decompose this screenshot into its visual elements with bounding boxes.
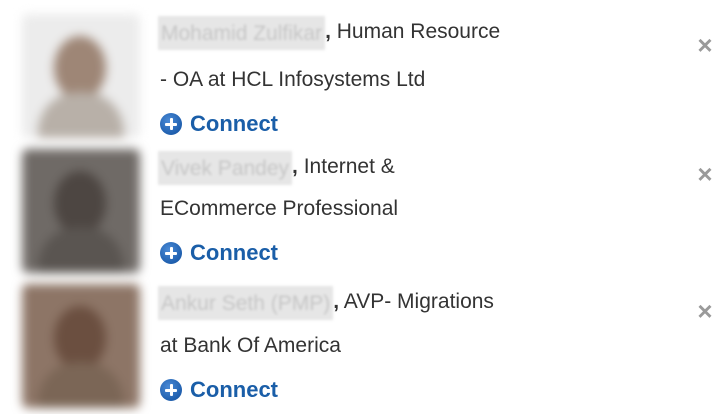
headline-line-2: - OA at HCL Infosystems Ltd	[160, 68, 426, 91]
plus-circle-icon	[160, 113, 182, 135]
close-icon[interactable]: ×	[694, 161, 716, 187]
member-name[interactable]: Vivek Pandey	[158, 151, 293, 185]
connect-label: Connect	[190, 377, 278, 402]
people-you-may-know-panel: Mohamid Zulfikar, Human Resource - OA at…	[0, 0, 722, 414]
face-blur	[54, 36, 106, 100]
profile-photo[interactable]	[22, 14, 140, 138]
connect-label: Connect	[190, 240, 278, 265]
comma-separator: ,	[292, 155, 298, 178]
connect-button[interactable]: Connect	[160, 235, 278, 271]
comma-separator: ,	[325, 20, 331, 43]
member-name[interactable]: Mohamid Zulfikar	[158, 16, 326, 50]
headline-line-1: Human Resource	[336, 20, 501, 43]
comma-separator: ,	[333, 290, 340, 313]
suggestion-card: Ankur Seth (PMP), AVP- Migrations at Ban…	[0, 278, 722, 412]
connect-button[interactable]: Connect	[160, 106, 278, 142]
shoulders-blur	[38, 227, 124, 273]
close-icon[interactable]: ×	[694, 32, 716, 58]
face-blur	[54, 306, 106, 370]
suggestion-card: Vivek Pandey, Internet & ECommerce Profe…	[0, 143, 722, 277]
headline-line-1: AVP- Migrations	[343, 290, 494, 313]
headline-line-2: ECommerce Professional	[160, 197, 399, 220]
face-blur	[54, 171, 106, 235]
shoulders-blur	[38, 92, 124, 138]
plus-circle-icon	[160, 242, 182, 264]
connect-button[interactable]: Connect	[160, 372, 278, 408]
headline-line-1: Internet &	[303, 155, 395, 178]
profile-photo[interactable]	[22, 284, 140, 408]
plus-circle-icon	[160, 379, 182, 401]
member-name[interactable]: Ankur Seth (PMP)	[158, 286, 334, 320]
connect-label: Connect	[190, 111, 278, 136]
headline-line-2: at Bank Of America	[160, 334, 341, 357]
close-icon[interactable]: ×	[694, 298, 716, 324]
profile-photo[interactable]	[22, 149, 140, 273]
shoulders-blur	[38, 362, 124, 408]
suggestion-card: Mohamid Zulfikar, Human Resource - OA at…	[0, 8, 722, 142]
